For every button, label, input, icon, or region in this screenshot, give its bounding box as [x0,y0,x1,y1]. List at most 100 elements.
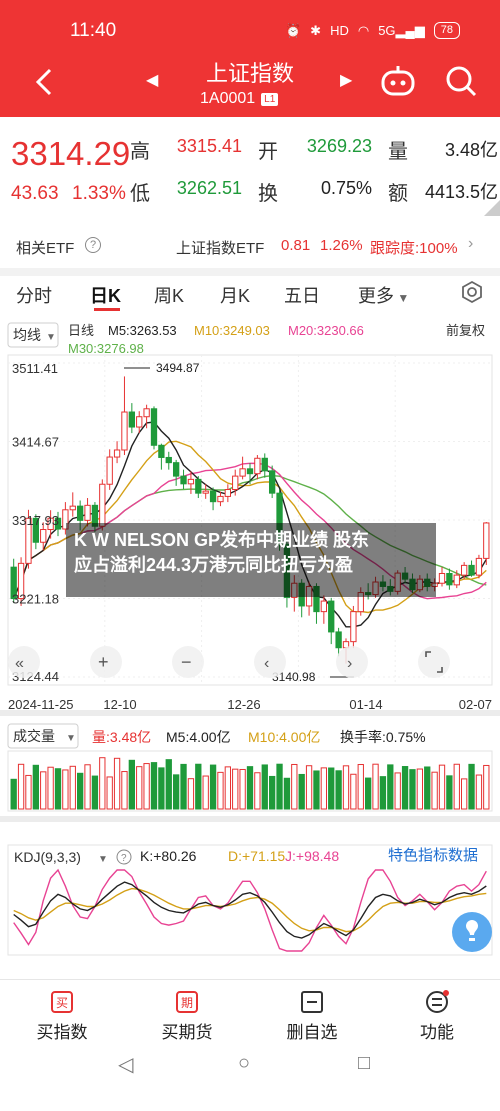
level-tag: L1 [261,92,279,106]
volume-m10: M10:4.00亿 [248,729,320,745]
buy-futures-button[interactable]: 期 买期货 [137,990,237,1043]
back-icon[interactable] [30,62,66,102]
volume-bar [172,774,180,810]
candle-body [320,600,328,613]
chevron-right-icon[interactable]: › [468,235,473,253]
candle-body [254,457,261,475]
volume-bar [209,764,217,810]
system-home-icon[interactable]: ○ [238,1052,250,1075]
zoom-out-button[interactable]: − [172,646,204,678]
date-label: 12-26 [227,697,260,712]
kline-chart-area[interactable]: 3511.41 3414.67 3317.93 3221.18 3124.44 均线 ▼… [0,315,500,980]
buy-index-label: 买指数 [36,1023,88,1042]
robot-assistant-icon[interactable] [380,66,416,96]
volume-bar [47,766,54,810]
volume-bar [136,766,143,810]
volume-value: 3.48亿 [444,140,498,160]
remove-watchlist-button[interactable]: 删自选 [262,990,362,1043]
buy-index-button[interactable]: 买 买指数 [12,990,112,1043]
fullscreen-button[interactable] [418,646,450,678]
kdj-k-line [13,881,487,939]
volume-bar [298,773,305,810]
settings-icon[interactable] [460,280,484,309]
volume-bar [276,763,283,810]
volume-bar [475,774,483,810]
system-back-icon[interactable]: ◁ [118,1052,133,1077]
candle-body [453,574,460,586]
open-label: 开 [258,141,278,163]
kdj-d: D:+71.15 [228,848,285,864]
tab-five-day[interactable]: 五日 [284,282,320,308]
scroll-left-button[interactable]: ‹ [254,646,286,678]
next-stock-icon[interactable]: ▶ [340,70,352,90]
candle-body [460,564,468,576]
adjust-label[interactable]: 前复权 [446,323,485,338]
y-tick-label: 3414.67 [12,434,59,449]
volume-bar [446,775,453,810]
tips-button[interactable] [452,912,492,952]
related-etf-row[interactable]: 相关ETF ? 上证指数ETF 0.81 1.26% 跟踪度:100% › [0,228,500,268]
expand-corner-icon[interactable] [484,200,500,216]
status-time: 11:40 [70,20,117,41]
news-banner[interactable]: K W NELSON GP发布中期业绩 股东 应占溢利244.3万港元同比扭亏为… [66,523,436,597]
volume-bar [357,764,364,810]
active-tab-indicator [94,308,120,311]
candle-body [165,456,172,464]
page-title: 上证指数 [205,61,294,86]
volume-bar [158,767,165,810]
volume-bar [379,776,387,810]
volume-bar [187,778,195,810]
status-bar: 11:40 ⏰ ✱ HD ◠ 5G▂▄▆ 78 [0,0,500,46]
date-label: 02-07 [459,697,492,712]
svg-text:期: 期 [181,996,193,1010]
scroll-right-button[interactable]: › [336,646,368,678]
volume-bar [76,772,84,810]
candle-body [84,504,91,521]
remove-watchlist-icon [301,991,323,1013]
etf-price: 0.81 [281,237,311,254]
candle-body [468,564,475,576]
volume-bar [409,769,416,810]
special-indicator-link[interactable]: 特色指标数据 [388,847,478,864]
prev-stock-icon[interactable]: ◀ [146,70,158,90]
plus-icon: + [98,652,109,672]
etf-change-pct: 1.26% [320,237,363,254]
candle-body [232,475,239,491]
volume-bar [165,759,172,810]
kdj-help-mark: ? [121,853,127,864]
scroll-left-fast-button[interactable]: « [8,646,40,678]
candle-body [350,611,357,643]
tab-intraday[interactable]: 分时 [16,282,52,308]
volume-bar [431,771,438,810]
candle-body [268,470,276,494]
system-recents-icon[interactable]: □ [358,1052,370,1075]
functions-button[interactable]: 功能 [387,990,487,1043]
turnover-value: 0.75% [320,178,372,198]
volume-bar [342,765,350,810]
search-icon[interactable] [444,64,478,98]
volume-bar [91,775,99,810]
tab-daily-k[interactable]: 日K [90,282,121,308]
kdj-selector[interactable]: KDJ(9,3,3) [14,849,81,865]
kdj-k: K:+80.26 [140,848,197,864]
volume-bar [150,762,158,810]
y-axis-labels: 3511.413414.673317.933221.183124.44 [12,361,59,684]
turnover-rate: 换手率:0.75% [340,729,426,745]
tab-weekly-k[interactable]: 周K [154,282,184,308]
date-label: 2024-11-25 [8,697,74,712]
volume-bar [460,778,468,810]
kline-chart-svg[interactable]: 3511.413414.673317.933221.183124.44 均线 ▼… [0,315,500,980]
tab-monthly-k[interactable]: 月K [220,282,250,308]
remove-watchlist-label: 删自选 [286,1023,338,1042]
status-icons: ⏰ ✱ HD ◠ 5G▂▄▆ 78 [285,22,460,39]
date-label: 01-14 [349,697,382,712]
tab-more[interactable]: 更多 ▼ [358,282,409,308]
volume-bar [106,776,113,810]
ma10-value: M10:3249.03 [194,323,270,338]
volume-bar [372,763,379,810]
volume-bar [335,770,342,810]
candle-body [187,478,195,485]
zoom-in-button[interactable]: + [90,646,122,678]
help-icon[interactable]: ? [85,237,101,253]
caret-down-icon: ▼ [394,291,410,305]
